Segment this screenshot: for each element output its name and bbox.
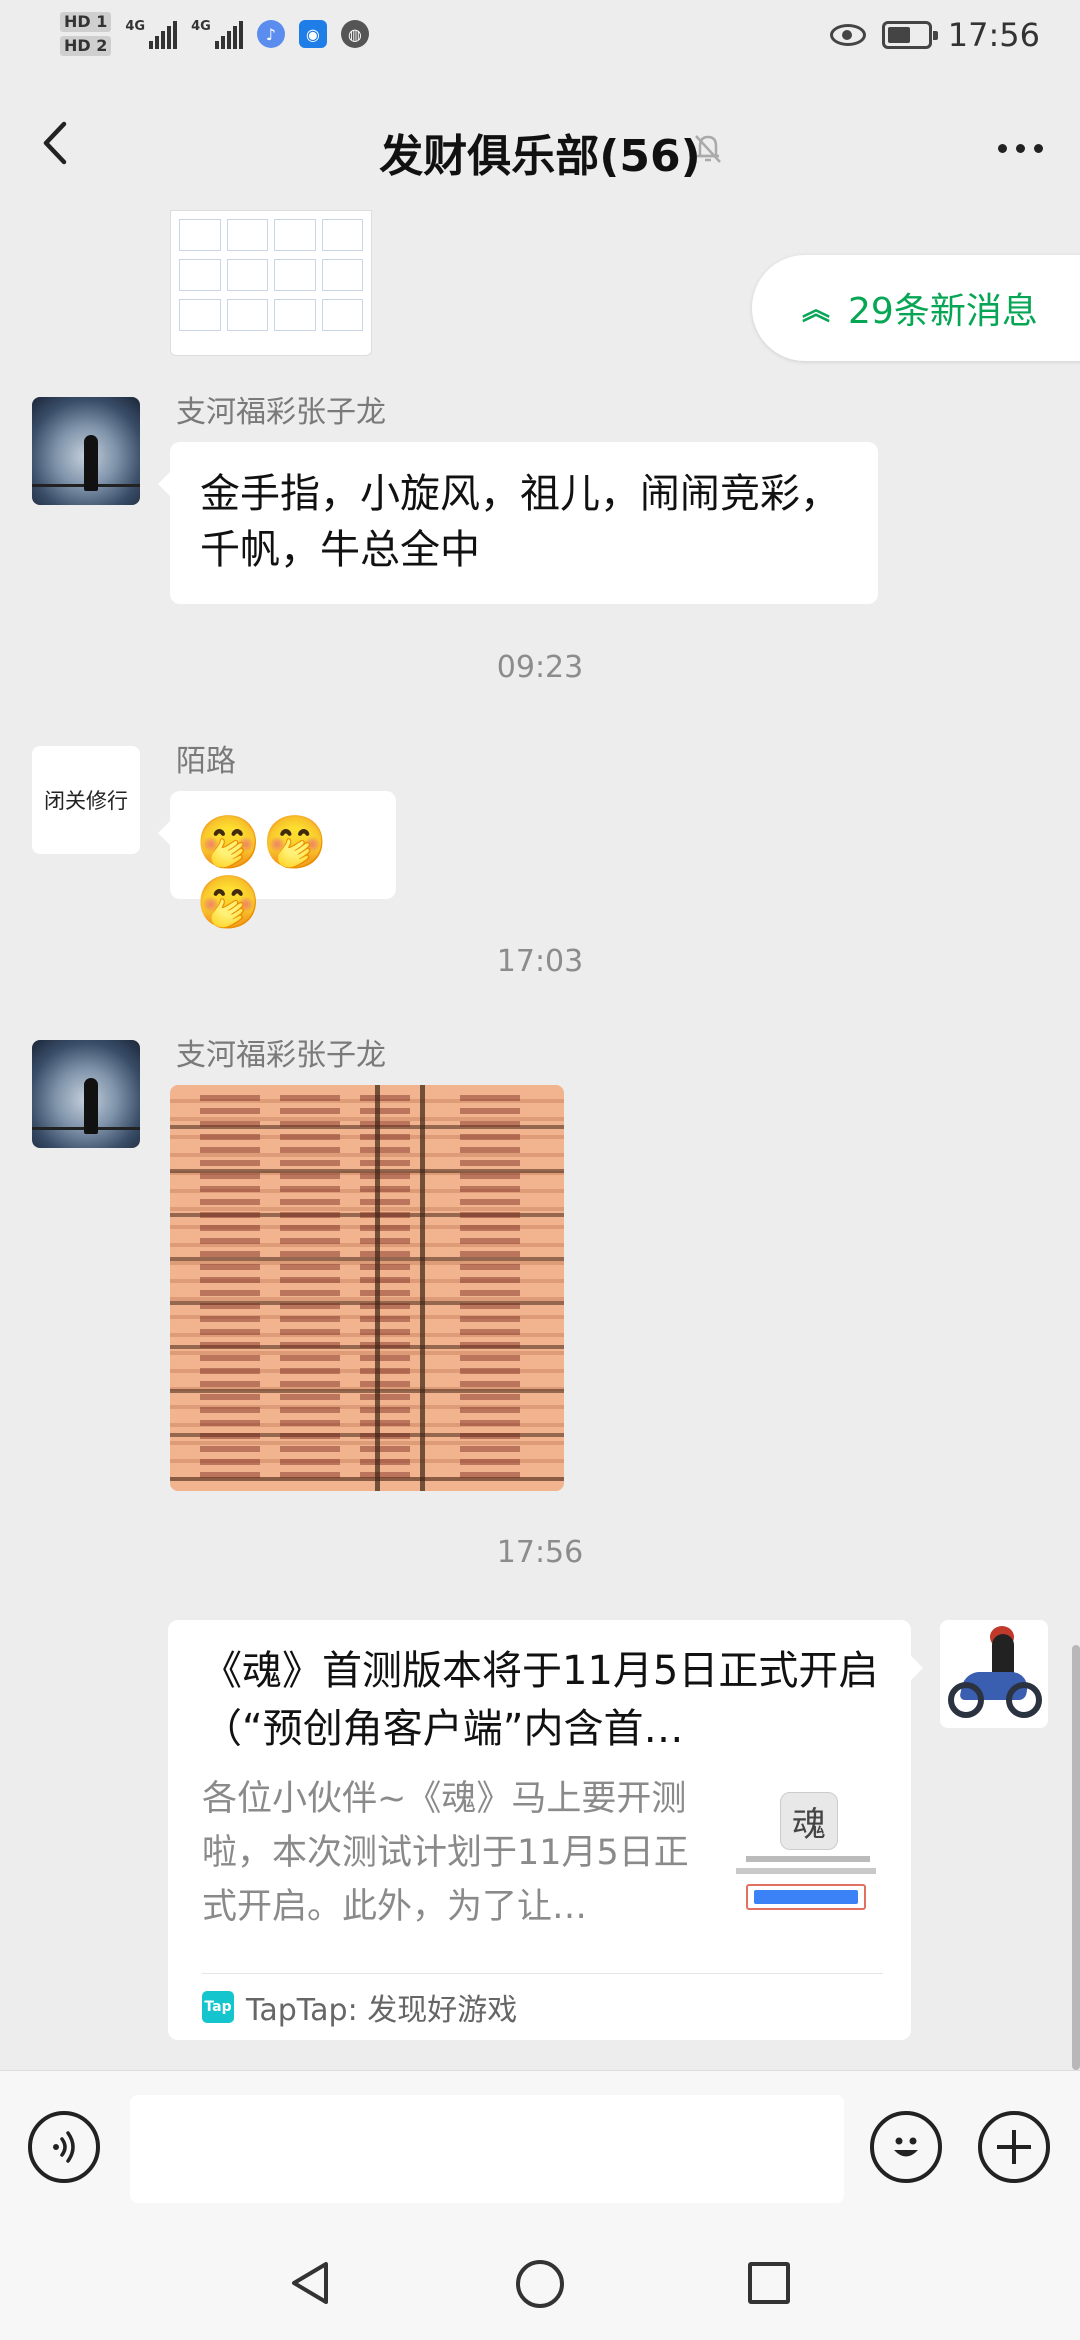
music-app-icon: ♪	[256, 20, 285, 48]
chat-header: 发财俱乐部(56)	[0, 80, 1080, 210]
eye-comfort-icon	[829, 24, 866, 46]
status-right: 17:56	[829, 16, 1040, 54]
my-avatar[interactable]	[940, 1620, 1048, 1728]
image-message[interactable]	[170, 1085, 564, 1491]
partial-image-message[interactable]	[170, 210, 372, 356]
network-type-label: 4G	[125, 19, 146, 34]
link-card[interactable]: 《魂》首测版本将于11月5日正式开启（“预创角客户端”内含首… 各位小伙伴~《魂…	[168, 1620, 923, 2040]
avatar[interactable]	[32, 397, 140, 505]
new-messages-label: 29条新消息	[848, 291, 1038, 332]
battery-icon	[881, 21, 938, 49]
emoji-button[interactable]	[870, 2111, 942, 2183]
add-button[interactable]	[978, 2111, 1050, 2183]
emoji-icon	[894, 2137, 918, 2157]
nav-home-icon[interactable]	[516, 2260, 564, 2308]
voice-button[interactable]	[28, 2111, 100, 2183]
double-chevron-up-icon: ︽	[802, 293, 831, 326]
avatar-text: 闭关修行	[44, 789, 128, 813]
timestamp: 09:23	[496, 650, 584, 685]
chat-title: 发财俱乐部(56)	[379, 131, 701, 182]
plus-icon	[997, 2130, 1031, 2164]
link-card-description: 各位小伙伴~《魂》马上要开测啦，本次测试计划于11月5日正式开启。此外，为了让…	[202, 1779, 689, 1927]
browser-app-icon: ◍	[340, 20, 369, 48]
status-left: HD 1 HD 2 4G 4G ♪ ◉ ◍	[60, 12, 369, 56]
more-button[interactable]	[990, 128, 1050, 168]
nav-recents-icon[interactable]	[748, 2262, 790, 2304]
avatar[interactable]: 闭关修行	[32, 746, 140, 854]
network-type-label-2: 4G	[191, 19, 211, 34]
status-time: 17:56	[947, 16, 1040, 54]
system-navigation-bar	[0, 2226, 1080, 2340]
sender-name: 陌路	[176, 744, 236, 779]
sim1-label: HD 1	[60, 12, 112, 32]
link-card-source-label: TapTap: 发现好游戏	[246, 1993, 518, 2028]
bell-off-icon	[695, 135, 721, 163]
signal-icon-2: 4G	[191, 19, 243, 49]
sim-indicators: HD 1 HD 2	[60, 12, 112, 56]
new-messages-button[interactable]: ︽ 29条新消息	[752, 255, 1080, 361]
link-card-title: 《魂》首测版本将于11月5日正式开启（“预创角客户端”内含首…	[202, 1648, 879, 1752]
voice-icon	[53, 2131, 75, 2163]
signal-icon: 4G	[125, 19, 178, 49]
avatar[interactable]	[32, 1040, 140, 1148]
message-bubble[interactable]: 金手指，小旋风，祖儿，闹闹竞彩，千帆，牛总全中	[158, 442, 878, 604]
status-bar: HD 1 HD 2 4G 4G ♪ ◉ ◍ 17:56	[0, 0, 1080, 80]
sender-name: 支河福彩张子龙	[176, 395, 386, 430]
message-list[interactable]: ︽ 29条新消息 支河福彩张子龙 金手指，小旋风，祖儿，闹闹竞彩，千帆，牛总全中…	[0, 210, 1080, 2070]
sender-name: 支河福彩张子龙	[176, 1038, 386, 1073]
more-dots-icon	[997, 143, 1007, 153]
input-bar	[0, 2070, 1080, 2227]
message-input[interactable]	[130, 2095, 844, 2203]
taptap-icon: Tap	[202, 1991, 234, 2023]
sim2-label: HD 2	[60, 36, 112, 56]
link-card-thumbnail: 魂	[736, 1792, 876, 1928]
bulb-app-icon: ◉	[298, 20, 327, 48]
timestamp: 17:56	[496, 1535, 584, 1570]
message-bubble[interactable]: 🤭🤭🤭	[158, 791, 396, 933]
timestamp: 17:03	[496, 944, 584, 979]
scrollbar[interactable]	[1072, 1645, 1080, 2070]
nav-back-icon[interactable]	[286, 2258, 336, 2308]
link-card-source: Tap TapTap: 发现好游戏	[202, 1973, 883, 2040]
